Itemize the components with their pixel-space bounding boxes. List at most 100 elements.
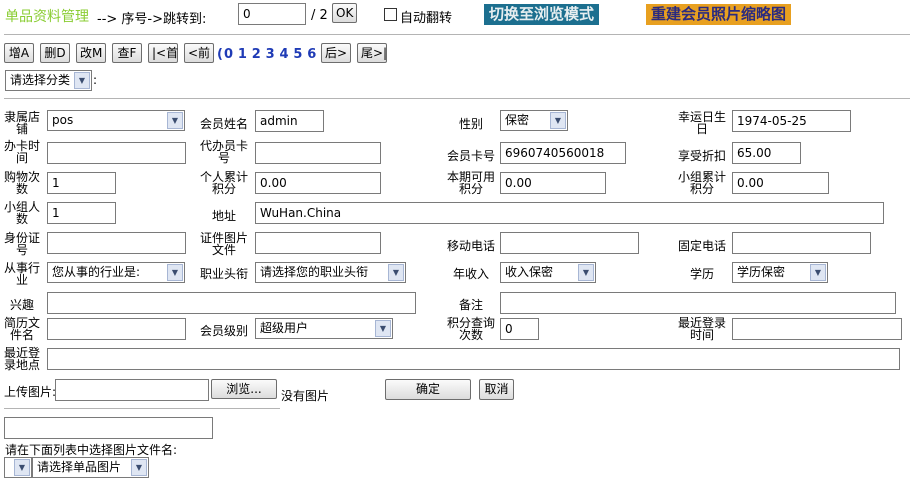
page-open-paren: ( <box>217 47 223 62</box>
jump-label: --> 序号->跳转到: <box>97 12 207 27</box>
image-select[interactable]: 请选择单品图片 ▼ <box>32 457 149 478</box>
agent-card-label: 代办员卡号 <box>199 139 248 165</box>
last-login-time-input[interactable] <box>732 318 902 340</box>
period-points-input[interactable]: 0.00 <box>500 172 606 194</box>
upload-path-input[interactable] <box>55 379 209 401</box>
chevron-down-icon: ▼ <box>131 459 147 476</box>
delete-button[interactable]: 删D <box>40 43 70 63</box>
picker-hint: 请在下面列表中选择图片文件名: <box>5 443 178 457</box>
query-count-label: 积分查询次数 <box>446 316 495 342</box>
last-page-button[interactable]: 尾>| <box>357 43 387 63</box>
industry-select-value: 您从事的行业是: <box>52 265 141 279</box>
resume-input[interactable] <box>47 318 186 340</box>
category-select[interactable]: 请选择分类 ▼ <box>5 70 92 91</box>
store-label: 隶属店铺 <box>4 110 41 136</box>
card-time-input[interactable] <box>47 142 186 164</box>
page-link[interactable]: 1 <box>238 47 247 62</box>
group-points-label: 小组累计积分 <box>677 170 726 196</box>
card-no-input[interactable]: 6960740560018 <box>500 142 626 164</box>
page-link[interactable]: 5 <box>293 47 302 62</box>
lucky-day-input[interactable]: 1974-05-25 <box>732 110 851 132</box>
agent-card-input[interactable] <box>255 142 381 164</box>
group-size-input[interactable]: 1 <box>47 202 116 224</box>
rebuild-thumbnails-button[interactable]: 重建会员照片缩略图 <box>646 4 792 25</box>
page-title: 单品资料管理 <box>5 9 89 25</box>
group-size-label: 小组人数 <box>4 200 41 226</box>
add-button[interactable]: 增A <box>4 43 34 63</box>
store-select-value: pos <box>52 113 74 127</box>
level-select[interactable]: 超级用户 ▼ <box>255 318 393 339</box>
page-link[interactable]: 0 <box>224 47 233 62</box>
page-link[interactable]: 2 <box>252 47 261 62</box>
category-suffix: : <box>93 73 98 87</box>
education-select[interactable]: 学历保密 ▼ <box>732 262 828 283</box>
page-link[interactable]: 6 <box>307 47 316 62</box>
address-label: 地址 <box>211 209 236 223</box>
note-label: 备注 <box>458 298 483 312</box>
phone-input[interactable] <box>732 232 871 254</box>
edit-button[interactable]: 改M <box>76 43 106 63</box>
image-select-value: 请选择单品图片 <box>37 460 122 474</box>
total-pages: / 2 <box>311 8 328 23</box>
id-photo-label: 证件图片文件 <box>199 231 248 257</box>
jump-input[interactable]: 0 <box>238 3 306 25</box>
member-name-input[interactable]: admin <box>255 110 324 132</box>
prev-page-button[interactable]: <前 <box>184 43 214 63</box>
confirm-button[interactable]: 确定 <box>385 379 471 400</box>
address-input[interactable]: WuHan.China <box>255 202 884 224</box>
ok-button[interactable]: OK <box>332 3 357 23</box>
last-login-place-input[interactable] <box>47 348 900 370</box>
id-photo-input[interactable] <box>255 232 381 254</box>
personal-points-input[interactable]: 0.00 <box>255 172 381 194</box>
query-count-input[interactable]: 0 <box>500 318 539 340</box>
phone-label: 固定电话 <box>677 239 726 253</box>
group-points-input[interactable]: 0.00 <box>732 172 829 194</box>
income-select-value: 收入保密 <box>505 265 554 279</box>
id-input[interactable] <box>47 232 186 254</box>
job-label: 职业头衔 <box>199 267 248 281</box>
first-page-button[interactable]: |<首 <box>148 43 178 63</box>
hobby-input[interactable] <box>47 292 416 314</box>
store-select[interactable]: pos ▼ <box>47 110 185 131</box>
chevron-down-icon: ▼ <box>578 264 594 281</box>
card-time-label: 办卡时间 <box>4 139 41 165</box>
page-link[interactable]: 3 <box>266 47 275 62</box>
education-select-value: 学历保密 <box>737 265 786 279</box>
mobile-input[interactable] <box>500 232 639 254</box>
level-select-value: 超级用户 <box>260 321 309 335</box>
note-input[interactable] <box>500 292 896 314</box>
job-select[interactable]: 请选择您的职业头衔 ▼ <box>255 262 406 283</box>
last-login-place-label: 最近登录地点 <box>4 346 41 372</box>
chevron-down-icon: ▼ <box>375 320 391 337</box>
discount-input[interactable]: 65.00 <box>732 142 801 164</box>
next-page-button[interactable]: 后> <box>321 43 351 63</box>
discount-label: 享受折扣 <box>677 149 726 163</box>
member-name-label: 会员姓名 <box>199 117 248 131</box>
image-filename-input[interactable] <box>4 417 213 439</box>
small-select[interactable]: ▼ <box>4 457 32 478</box>
chevron-down-icon: ▼ <box>167 112 183 129</box>
chevron-down-icon: ▼ <box>74 72 90 89</box>
industry-select[interactable]: 您从事的行业是: ▼ <box>47 262 185 283</box>
auto-flip-checkbox[interactable] <box>384 8 397 21</box>
income-select[interactable]: 收入保密 ▼ <box>500 262 596 283</box>
find-button[interactable]: 查F <box>112 43 142 63</box>
browse-button[interactable]: 浏览... <box>211 379 277 399</box>
card-no-label: 会员卡号 <box>446 149 495 163</box>
divider <box>4 98 910 99</box>
purchases-input[interactable]: 1 <box>47 172 116 194</box>
page-link[interactable]: 4 <box>279 47 288 62</box>
chevron-down-icon: ▼ <box>388 264 404 281</box>
id-label: 身份证号 <box>4 231 41 257</box>
gender-select[interactable]: 保密 ▼ <box>500 110 568 131</box>
mobile-label: 移动电话 <box>446 239 495 253</box>
chevron-down-icon: ▼ <box>810 264 826 281</box>
cancel-button[interactable]: 取消 <box>479 379 514 400</box>
switch-browse-mode-button[interactable]: 切换至浏览模式 <box>484 4 600 25</box>
lucky-day-label: 幸运日生日 <box>677 110 726 136</box>
gender-select-value: 保密 <box>505 113 530 127</box>
period-points-label: 本期可用积分 <box>446 170 495 196</box>
hobby-label: 兴趣 <box>9 298 34 312</box>
gender-label: 性别 <box>458 117 483 131</box>
level-label: 会员级别 <box>199 324 248 338</box>
